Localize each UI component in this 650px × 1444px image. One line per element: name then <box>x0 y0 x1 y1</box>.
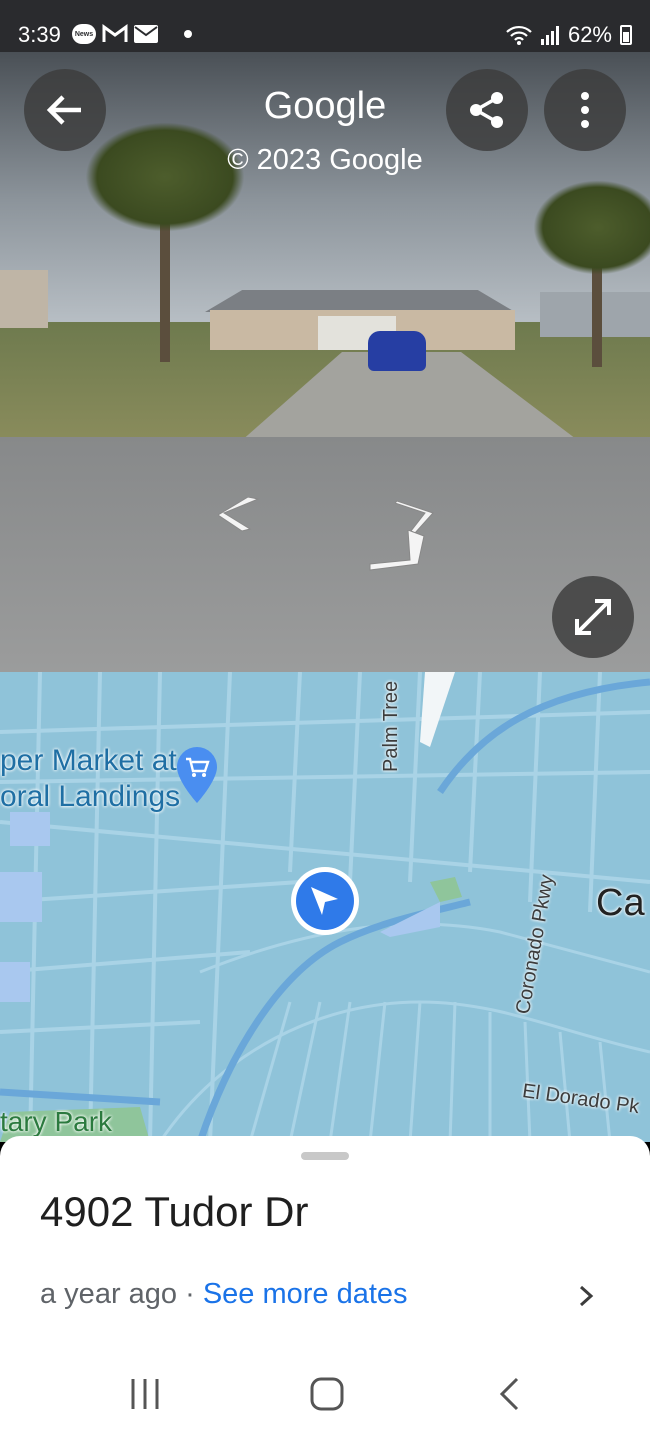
status-system-icons: 62% <box>506 22 632 48</box>
street-view-panorama[interactable]: Google © 2023 Google <box>0 52 650 672</box>
back-nav-button[interactable] <box>480 1372 540 1416</box>
system-nav-bar <box>0 1352 650 1444</box>
nav-arrow-left[interactable] <box>218 497 260 533</box>
separator: · <box>177 1278 203 1310</box>
shopping-cart-pin-icon[interactable] <box>177 747 217 803</box>
mail-icon <box>134 25 158 43</box>
parked-car <box>368 331 426 371</box>
street <box>0 437 650 672</box>
location-marker[interactable] <box>291 867 359 935</box>
gmail-icon <box>102 24 128 42</box>
battery-percent: 62% <box>567 22 612 47</box>
home-button[interactable] <box>297 1372 357 1416</box>
map-label-ca: Ca <box>596 882 645 924</box>
status-bar: 3:39 News 62% <box>0 0 650 52</box>
copyright-text: © 2023 Google <box>227 144 423 176</box>
news-icon: News <box>72 24 96 44</box>
neighbor-house-left <box>0 270 48 328</box>
chevron-right-icon[interactable] <box>576 1284 596 1308</box>
image-age: a year ago <box>40 1278 178 1310</box>
recent-apps-icon <box>131 1379 159 1409</box>
signal-icon <box>540 26 559 45</box>
wifi-icon <box>506 25 532 45</box>
home-icon <box>310 1377 344 1411</box>
address-title: 4902 Tudor Dr <box>40 1188 309 1235</box>
more-vert-icon <box>581 92 589 128</box>
navigation-arrow-icon <box>311 887 338 915</box>
location-marker-inner <box>296 872 354 930</box>
map-label-park: tary Park <box>0 1106 113 1137</box>
back-icon <box>499 1377 519 1411</box>
back-button[interactable] <box>24 69 106 151</box>
drag-handle[interactable] <box>301 1152 349 1160</box>
status-time: 3:39 <box>18 22 61 47</box>
house-roof <box>205 290 515 312</box>
map-label-market-2: oral Landings <box>0 780 181 813</box>
status-notification-icons: News <box>72 24 192 44</box>
nav-arrow-back[interactable] <box>368 530 426 574</box>
map-label-market-1: per Market at <box>0 744 177 777</box>
date-row: a year ago · See more dates <box>40 1278 408 1311</box>
expand-icon <box>575 599 611 635</box>
map-view[interactable]: per Market at oral Landings Palm Tree Co… <box>0 672 650 1142</box>
expand-button[interactable] <box>552 576 634 658</box>
see-more-dates-link[interactable]: See more dates <box>203 1278 408 1310</box>
battery-icon <box>620 25 632 45</box>
back-arrow-icon <box>46 95 81 125</box>
more-options-button[interactable] <box>544 69 626 151</box>
palm-fronds-left <box>85 122 245 232</box>
notification-dot <box>184 30 192 38</box>
share-button[interactable] <box>446 69 528 151</box>
recent-apps-button[interactable] <box>115 1372 175 1416</box>
share-icon <box>470 92 503 128</box>
map-label-palm-tree: Palm Tree <box>380 680 402 772</box>
